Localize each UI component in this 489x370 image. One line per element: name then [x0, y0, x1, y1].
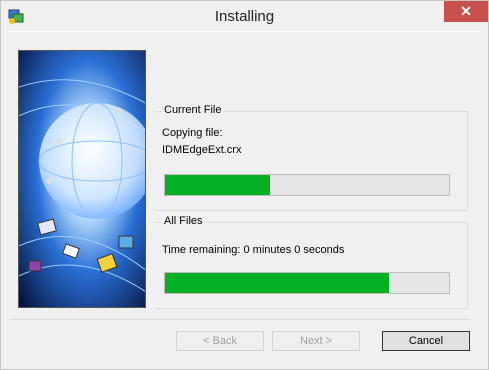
- back-button[interactable]: < Back: [176, 331, 264, 351]
- window-title: Installing: [214, 8, 275, 25]
- close-icon: ✕: [460, 3, 472, 19]
- title-bar[interactable]: Installing ✕: [1, 1, 488, 31]
- cancel-button[interactable]: Cancel: [382, 331, 470, 351]
- current-file-group-label: Current File: [162, 104, 224, 116]
- copying-file-label: Copying file:: [162, 127, 223, 139]
- all-files-group: All Files Time remaining: 0 minutes 0 se…: [154, 215, 468, 309]
- all-files-progress-fill: [165, 273, 390, 293]
- installer-banner-image: [18, 50, 146, 308]
- current-file-progress-bar: [164, 174, 450, 196]
- dialog-content: Current File Copying file: IDMEdgeExt.cr…: [9, 31, 479, 313]
- current-filename: IDMEdgeExt.crx: [162, 144, 242, 156]
- current-file-group: Current File Copying file: IDMEdgeExt.cr…: [154, 104, 468, 211]
- installer-window: Installing ✕ Current File Copying file: …: [0, 0, 489, 370]
- button-separator: [9, 319, 471, 320]
- close-button[interactable]: ✕: [444, 1, 488, 22]
- all-files-group-label: All Files: [162, 215, 205, 227]
- all-files-progress-bar: [164, 272, 450, 294]
- time-remaining-text: Time remaining: 0 minutes 0 seconds: [162, 244, 345, 256]
- current-file-progress-fill: [165, 175, 271, 195]
- next-button[interactable]: Next >: [272, 331, 360, 351]
